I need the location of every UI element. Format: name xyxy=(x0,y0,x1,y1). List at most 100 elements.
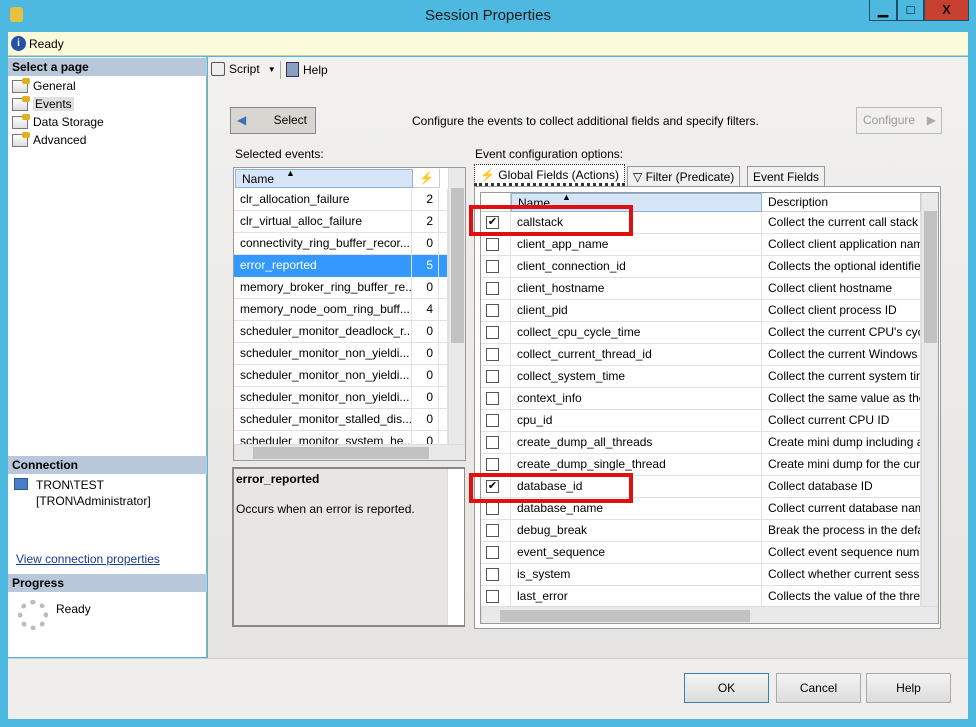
description-scrollbar[interactable] xyxy=(447,469,464,625)
field-checkbox[interactable] xyxy=(486,546,499,559)
field-row[interactable]: client_app_name Collect client applicatio… xyxy=(481,234,921,256)
field-name: collect_system_time xyxy=(511,366,762,388)
field-checkbox[interactable] xyxy=(486,458,499,471)
fields-vscrollbar[interactable] xyxy=(921,193,938,606)
field-row[interactable]: client_connection_id Collects the optiona… xyxy=(481,256,921,278)
tab-global-fields[interactable]: ⚡ Global Fields (Actions) xyxy=(474,164,626,186)
field-row[interactable]: collect_cpu_cycle_time Collect the curren… xyxy=(481,322,921,344)
field-name: cpu_id xyxy=(511,410,762,432)
event-name: clr_allocation_failure xyxy=(234,189,412,211)
event-name: connectivity_ring_buffer_recor... xyxy=(234,233,412,255)
dropdown-arrow-icon: ▼ xyxy=(267,64,276,74)
field-checkbox[interactable] xyxy=(486,392,499,405)
field-description: Collect the current call stack xyxy=(762,212,921,234)
minimize-button[interactable]: ▁ xyxy=(869,0,897,21)
event-row[interactable]: connectivity_ring_buffer_recor... 0 xyxy=(234,233,448,255)
event-name: memory_node_oom_ring_buff... xyxy=(234,299,412,321)
field-row[interactable]: is_system Collect whether current sessio xyxy=(481,564,921,586)
event-row[interactable]: error_reported 5 xyxy=(234,255,448,277)
dialog-footer: OK Cancel Help xyxy=(8,658,968,719)
field-row[interactable]: collect_system_time Collect the current s… xyxy=(481,366,921,388)
field-checkbox[interactable] xyxy=(486,370,499,383)
field-description: Collect client hostname xyxy=(762,278,921,300)
event-row[interactable]: memory_node_oom_ring_buff... 4 xyxy=(234,299,448,321)
help-button[interactable]: Help xyxy=(866,673,951,703)
field-row[interactable]: context_info Collect the same value as th… xyxy=(481,388,921,410)
name-column-header[interactable]: Name ▲ xyxy=(235,168,413,188)
event-row[interactable]: clr_allocation_failure 2 xyxy=(234,189,448,211)
view-connection-properties-link[interactable]: View connection properties xyxy=(16,552,160,566)
configure-button: Configure ▶ xyxy=(856,107,942,134)
script-button[interactable]: Script ▼ xyxy=(211,62,276,76)
maximize-button[interactable]: □ xyxy=(897,0,924,21)
event-name: memory_broker_ring_buffer_re... xyxy=(234,277,412,299)
field-checkbox[interactable] xyxy=(486,414,499,427)
page-icon xyxy=(12,95,30,111)
ok-button[interactable]: OK xyxy=(684,673,769,703)
select-label: Select xyxy=(273,113,307,127)
field-checkbox[interactable] xyxy=(486,502,499,515)
field-checkbox[interactable] xyxy=(486,260,499,273)
field-row[interactable]: debug_break Break the process in the defa… xyxy=(481,520,921,542)
event-row[interactable]: scheduler_monitor_non_yieldi... 0 xyxy=(234,387,448,409)
field-row[interactable]: cpu_id Collect current CPU ID xyxy=(481,410,921,432)
sidebar-item-label: Data Storage xyxy=(33,115,104,129)
field-checkbox[interactable] xyxy=(486,568,499,581)
left-arrow-icon: ◀ xyxy=(237,113,247,127)
actions-column-header[interactable]: ⚡ xyxy=(413,169,440,188)
field-checkbox[interactable] xyxy=(486,590,499,603)
field-checkbox[interactable] xyxy=(486,238,499,251)
tab-filter-predicate[interactable]: ▽ Filter (Predicate) xyxy=(627,166,741,188)
event-name: scheduler_monitor_stalled_dis... xyxy=(234,409,412,431)
event-name: scheduler_monitor_non_yieldi... xyxy=(234,343,412,365)
event-row[interactable]: scheduler_monitor_non_yieldi... 0 xyxy=(234,365,448,387)
sidebar-item-events[interactable]: Events xyxy=(12,95,74,113)
events-vscrollbar[interactable] xyxy=(448,168,465,444)
cancel-button[interactable]: Cancel xyxy=(776,673,861,703)
sidebar: Select a page General Events Data Storage A… xyxy=(8,57,207,657)
event-description-box: error_reported Occurs when an error is r… xyxy=(232,467,465,627)
sidebar-item-data-storage[interactable]: Data Storage xyxy=(12,113,104,131)
field-description: Collect current database nam xyxy=(762,498,921,520)
fields-hscrollbar[interactable] xyxy=(481,606,938,623)
event-row[interactable]: scheduler_monitor_non_yieldi... 0 xyxy=(234,343,448,365)
tab-event-fields[interactable]: Event Fields xyxy=(747,166,826,188)
progress-status: Ready xyxy=(56,602,91,616)
script-icon xyxy=(211,62,225,76)
field-checkbox[interactable] xyxy=(486,282,499,295)
field-row[interactable]: event_sequence Collect event sequence num… xyxy=(481,542,921,564)
field-name: debug_break xyxy=(511,520,762,542)
field-name: collect_cpu_cycle_time xyxy=(511,322,762,344)
field-checkbox[interactable] xyxy=(486,326,499,339)
field-description: Collect the same value as the xyxy=(762,388,921,410)
event-row[interactable]: clr_virtual_alloc_failure 2 xyxy=(234,211,448,233)
field-name: client_app_name xyxy=(511,234,762,256)
field-checkbox[interactable] xyxy=(486,348,499,361)
close-button[interactable]: X xyxy=(924,0,969,21)
event-row[interactable]: memory_broker_ring_buffer_re... 0 xyxy=(234,277,448,299)
field-row[interactable]: create_dump_all_threads Create mini dump … xyxy=(481,432,921,454)
event-name: clr_virtual_alloc_failure xyxy=(234,211,412,233)
events-hscrollbar[interactable] xyxy=(234,444,465,460)
field-row[interactable]: client_pid Collect client process ID xyxy=(481,300,921,322)
window-title: Session Properties xyxy=(425,7,551,24)
event-action-count: 4 xyxy=(412,299,439,321)
field-checkbox[interactable] xyxy=(486,524,499,537)
select-button[interactable]: ◀ Select xyxy=(230,107,316,134)
field-row[interactable]: collect_current_thread_id Collect the cur… xyxy=(481,344,921,366)
event-action-count: 0 xyxy=(412,233,439,255)
event-row[interactable]: scheduler_monitor_deadlock_r... 0 xyxy=(234,321,448,343)
field-checkbox[interactable] xyxy=(486,304,499,317)
fields-description-header[interactable]: Description xyxy=(762,193,921,212)
event-row[interactable]: scheduler_monitor_stalled_dis... 0 xyxy=(234,409,448,431)
sidebar-item-advanced[interactable]: Advanced xyxy=(12,131,86,149)
field-checkbox[interactable] xyxy=(486,436,499,449)
help-toolbar-button[interactable]: Help xyxy=(286,62,328,77)
event-description-text: Occurs when an error is reported. xyxy=(236,502,415,516)
field-row[interactable]: client_hostname Collect client hostname xyxy=(481,278,921,300)
sidebar-item-general[interactable]: General xyxy=(12,77,76,95)
field-name: last_error xyxy=(511,586,762,608)
field-row[interactable]: last_error Collects the value of the thre… xyxy=(481,586,921,608)
help-icon xyxy=(286,62,299,77)
event-action-count: 5 xyxy=(412,255,439,277)
